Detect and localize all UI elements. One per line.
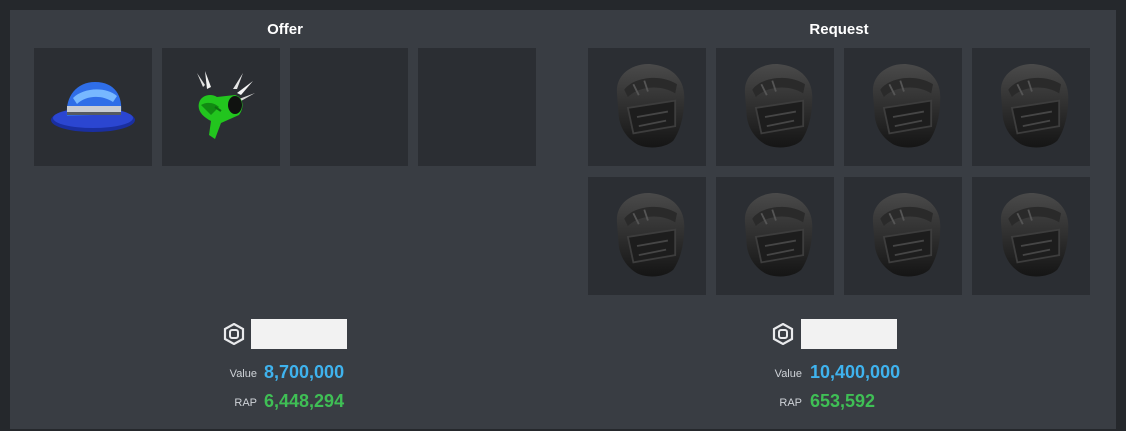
offer-item-slot-3[interactable] [290, 48, 408, 166]
request-value-label: Value [774, 368, 802, 380]
request-rap-label: RAP [779, 397, 802, 409]
request-rap: 653,592 [810, 391, 876, 411]
request-rap-row: RAP 653,592 [588, 391, 1090, 413]
offer-rap-row: RAP 6,448,294 [34, 391, 536, 413]
offer-rap-label: RAP [234, 397, 257, 409]
black-helmet-icon [871, 192, 942, 278]
black-helmet-icon [999, 192, 1070, 278]
black-helmet-icon [615, 63, 686, 149]
request-item-slot-6[interactable] [716, 177, 834, 295]
request-item-slot-8[interactable] [972, 177, 1090, 295]
request-value: 10,400,000 [810, 362, 901, 382]
request-item-slot-7[interactable] [844, 177, 962, 295]
request-value-row: Value 10,400,000 [588, 362, 1090, 384]
blue-fedora-icon [51, 82, 135, 132]
request-item-slot-4[interactable] [972, 48, 1090, 166]
black-helmet-icon [871, 63, 942, 149]
black-helmet-icon [999, 63, 1070, 149]
offer-robux-row [34, 319, 536, 349]
offer-item-slot-2[interactable] [162, 48, 280, 166]
offer-value: 8,700,000 [264, 362, 345, 382]
robux-icon [772, 323, 794, 345]
request-title: Request [809, 21, 869, 38]
offer-title: Offer [267, 21, 303, 38]
request-item-slot-2[interactable] [716, 48, 834, 166]
offer-item-slot-4[interactable] [418, 48, 536, 166]
request-robux-input[interactable] [801, 319, 897, 349]
offer-robux-input[interactable] [251, 319, 347, 349]
request-robux-row [588, 319, 1090, 349]
offer-rap: 6,448,294 [264, 391, 345, 411]
offer-value-label: Value [229, 368, 257, 380]
request-item-slot-1[interactable] [588, 48, 706, 166]
request-item-slot-3[interactable] [844, 48, 962, 166]
robux-icon [223, 323, 245, 345]
black-helmet-icon [743, 192, 814, 278]
green-winged-hat-icon [197, 71, 255, 139]
offer-item-slot-1[interactable] [34, 48, 152, 166]
black-helmet-icon [743, 63, 814, 149]
black-helmet-icon [615, 192, 686, 278]
request-item-slot-5[interactable] [588, 177, 706, 295]
offer-value-row: Value 8,700,000 [34, 362, 536, 384]
trade-panel: Offer Value 8,700,000 RAP 6,448,294 Requ… [10, 10, 1116, 429]
